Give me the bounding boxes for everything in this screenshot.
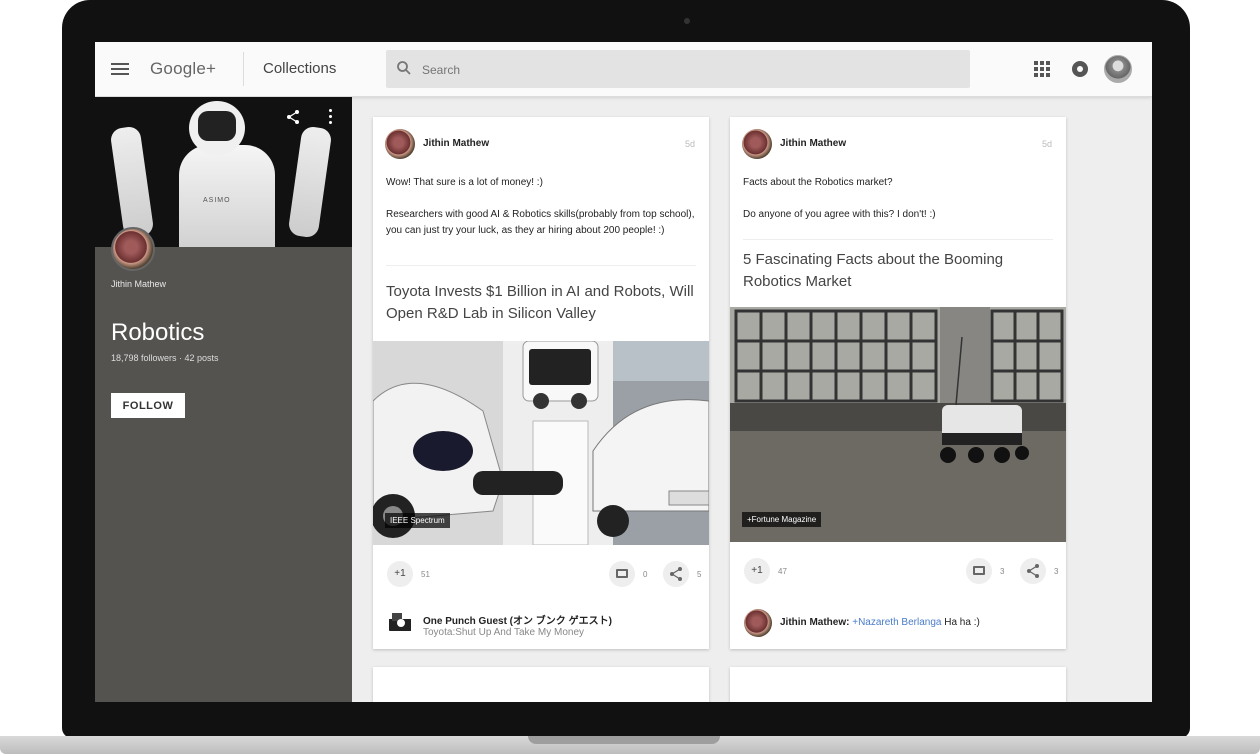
comment-count: 0 <box>643 570 648 579</box>
separator <box>386 265 696 266</box>
author-name[interactable]: Jithin Mathew <box>780 138 846 149</box>
link-title[interactable]: 5 Fascinating Facts about the Booming Ro… <box>743 249 1053 293</box>
source-tag[interactable]: IEEE Spectrum <box>385 513 450 528</box>
share-icon[interactable] <box>663 561 689 587</box>
commenter-avatar[interactable] <box>744 609 772 637</box>
hamburger-menu-icon[interactable] <box>111 60 129 78</box>
owner-avatar[interactable] <box>111 227 155 271</box>
comment-author[interactable]: Jithin Mathew: <box>780 617 849 628</box>
plus-one-button[interactable]: +1 <box>387 561 413 587</box>
robot-body <box>179 145 275 247</box>
collection-stats: 18,798 followers · 42 posts <box>111 353 219 363</box>
header-divider <box>243 52 244 86</box>
more-options-icon[interactable] <box>329 109 333 125</box>
comment-text: Toyota:Shut Up And Take My Money <box>423 627 585 638</box>
robot-visor <box>198 111 236 141</box>
author-avatar[interactable] <box>742 129 772 159</box>
owner-name[interactable]: Jithin Mathew <box>111 279 166 289</box>
link-preview-image[interactable]: +Fortune Magazine <box>730 307 1066 542</box>
search-icon <box>397 61 411 75</box>
author-avatar[interactable] <box>385 129 415 159</box>
share-count: 5 <box>697 570 702 579</box>
comment-count: 3 <box>1000 567 1005 576</box>
delivery-robot-image <box>730 307 1066 542</box>
comment-author: One Punch Guest (オン ブンク ゲエスト) <box>423 616 612 627</box>
comment-icon[interactable] <box>609 561 635 587</box>
comment-text: Ha ha :) <box>944 617 980 628</box>
laptop-notch <box>528 736 720 744</box>
post-text: Wow! That sure is a lot of money! :) Res… <box>386 177 695 236</box>
share-count: 3 <box>1054 567 1059 576</box>
screen: Google+ Collections ASIMO <box>95 42 1152 702</box>
plus-one-button[interactable]: +1 <box>744 558 770 584</box>
post-card-stub <box>730 667 1066 702</box>
share-icon[interactable] <box>1020 558 1046 584</box>
plus-one-count: 47 <box>778 567 787 576</box>
robot-arm <box>287 125 333 239</box>
search-bar[interactable] <box>386 50 970 88</box>
camera-dot <box>684 18 690 24</box>
account-avatar[interactable] <box>1104 55 1132 83</box>
post-card-stub <box>373 667 709 702</box>
author-name[interactable]: Jithin Mathew <box>423 138 489 149</box>
search-input[interactable] <box>420 58 944 82</box>
plus-one-count: 51 <box>421 570 430 579</box>
link-preview-image[interactable]: IEEE Spectrum <box>373 341 709 545</box>
post-timestamp: 5d <box>684 139 695 149</box>
page-title: Collections <box>263 60 337 77</box>
share-icon[interactable] <box>285 109 301 125</box>
post-timestamp: 5d <box>1041 139 1052 149</box>
robot-arm <box>109 125 155 239</box>
robot-label: ASIMO <box>203 197 231 204</box>
collection-title: Robotics <box>111 319 205 346</box>
apps-grid-icon[interactable] <box>1034 61 1050 77</box>
source-tag[interactable]: +Fortune Magazine <box>742 512 822 527</box>
google-plus-logo[interactable]: Google+ <box>150 59 216 79</box>
follow-button[interactable]: FOLLOW <box>111 393 185 418</box>
separator <box>743 239 1053 240</box>
top-bar: Google+ Collections <box>95 42 1152 97</box>
commenter-avatar[interactable] <box>387 609 415 637</box>
collection-cover-image: ASIMO <box>95 97 352 247</box>
collection-sidebar: ASIMO Jithin Mathew Robotics 18,798 foll… <box>95 97 352 702</box>
post-text: Facts about the Robotics market? Do anyo… <box>743 177 936 220</box>
comment-icon[interactable] <box>966 558 992 584</box>
comment-mention[interactable]: +Nazareth Berlanga <box>852 617 941 628</box>
notifications-icon[interactable] <box>1072 61 1088 77</box>
post-card: Jithin Mathew 5d Wow! That sure is a lot… <box>373 117 709 649</box>
post-card: Jithin Mathew 5d Facts about the Robotic… <box>730 117 1066 649</box>
comment-line: Jithin Mathew: +Nazareth Berlanga Ha ha … <box>780 617 980 628</box>
link-title[interactable]: Toyota Invests $1 Billion in AI and Robo… <box>386 281 696 325</box>
